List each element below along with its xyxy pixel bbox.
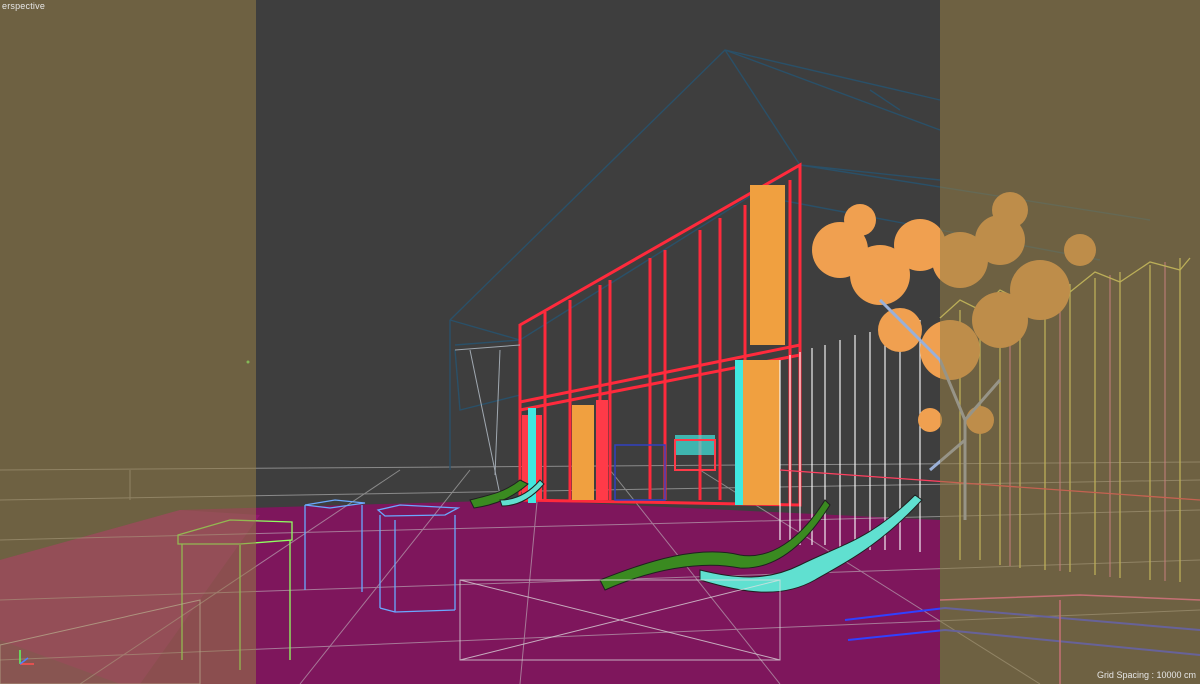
glass-strip-1 (735, 360, 743, 505)
glass-strip-3 (675, 435, 715, 455)
axis-gizmo-icon (19, 650, 34, 665)
facade-column-2 (572, 405, 594, 500)
balcony-railing (454, 344, 521, 496)
facade-panel-upper (750, 185, 785, 345)
wireframe-scene (0, 49, 1200, 684)
viewport-view-label[interactable]: erspective (2, 1, 45, 11)
facade-column-3 (596, 400, 608, 500)
scene-marker (246, 360, 250, 364)
facade-panel-lower (740, 360, 780, 505)
interior-frame (614, 444, 666, 501)
3d-viewport[interactable]: erspective Grid Spacing : 10000 cm (0, 0, 1200, 684)
grid-spacing-readout: Grid Spacing : 10000 cm (1096, 670, 1196, 680)
